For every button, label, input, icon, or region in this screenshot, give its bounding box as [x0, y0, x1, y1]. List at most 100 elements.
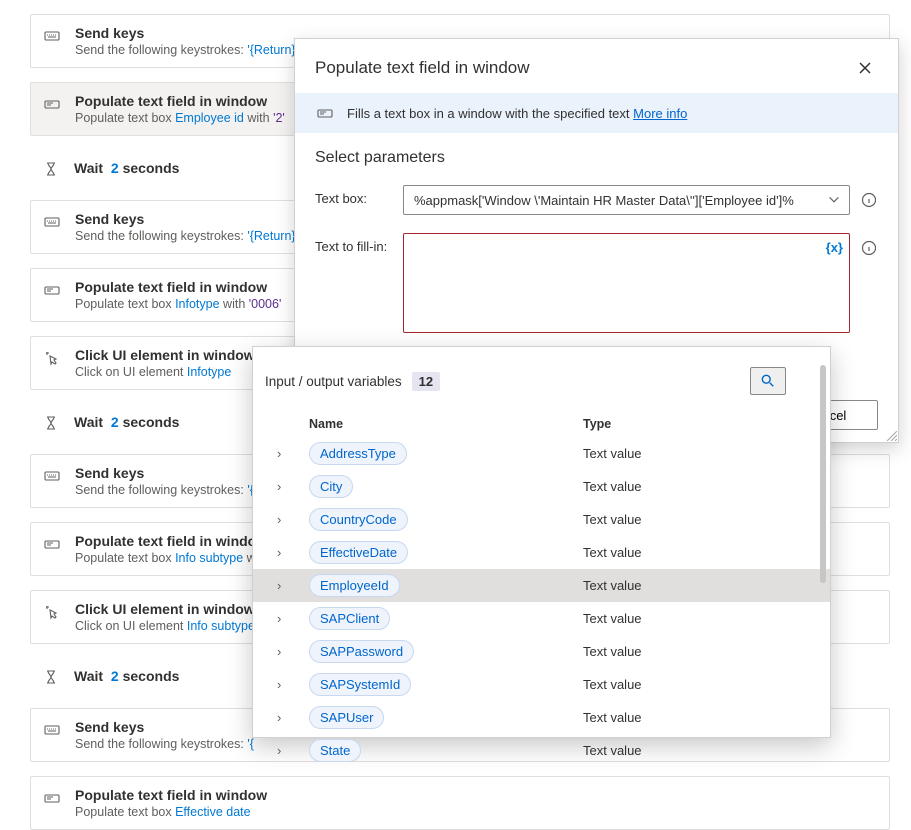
chevron-right-icon[interactable]: ›: [277, 644, 291, 659]
variable-row[interactable]: ›CityText value: [253, 470, 830, 503]
textbox-selector[interactable]: %appmask['Window \'Maintain HR Master Da…: [403, 185, 850, 215]
keyboard-icon: [43, 27, 61, 45]
info-icon: [861, 192, 877, 208]
action-title: Click UI element in window: [75, 601, 255, 617]
variable-type: Text value: [583, 710, 796, 725]
wait-seconds: 2: [111, 160, 119, 176]
variable-type: Text value: [583, 512, 796, 527]
dialog-info-banner: Fills a text box in a window with the sp…: [295, 93, 898, 133]
resize-handle-icon[interactable]: [887, 431, 897, 441]
variable-type: Text value: [583, 644, 796, 659]
action-title: Wait 2 seconds: [74, 668, 179, 684]
variable-row[interactable]: › EmployeeId Text value: [253, 569, 830, 602]
variables-column-headers: Name Type: [253, 413, 830, 437]
textbox-selector-value: %appmask['Window \'Maintain HR Master Da…: [414, 193, 794, 208]
variables-list: ›AddressTypeText value›CityText value›Co…: [253, 437, 830, 767]
wait-seconds: 2: [111, 668, 119, 684]
variable-name-chip: SAPClient: [309, 607, 390, 630]
variable-name-chip: EmployeeId: [309, 574, 400, 597]
variable-row[interactable]: ›SAPSystemIdText value: [253, 668, 830, 701]
action-title: Populate text field in window: [75, 533, 267, 549]
param-info-textbox[interactable]: [860, 191, 878, 209]
textbox-icon: [315, 105, 335, 121]
variable-name-chip: CountryCode: [309, 508, 408, 531]
textbox-icon: [43, 95, 61, 113]
variable-row[interactable]: › SAPUser Text value: [253, 701, 830, 734]
variable-name-chip: AddressType: [309, 442, 407, 465]
action-item[interactable]: Populate text field in window Populate te…: [30, 776, 890, 830]
textbox-icon: [43, 535, 61, 553]
chevron-right-icon[interactable]: ›: [277, 677, 291, 692]
text-to-fill-input[interactable]: {x}: [403, 233, 850, 333]
hourglass-icon: [42, 414, 60, 432]
chevron-down-icon: [827, 193, 841, 207]
variable-type: Text value: [583, 446, 796, 461]
action-subtitle: Populate text box Infotype with '0006': [75, 297, 281, 311]
chevron-right-icon[interactable]: ›: [277, 446, 291, 461]
variables-search-button[interactable]: [750, 367, 786, 395]
variable-row[interactable]: › SAPPassword Text value: [253, 635, 830, 668]
action-subtitle: Populate text box Effective date: [75, 805, 267, 819]
variable-name-chip: SAPSystemId: [309, 673, 411, 696]
param-label-fill: Text to fill-in:: [315, 233, 393, 254]
action-title: Send keys: [75, 719, 254, 735]
action-subtitle: Send the following keystrokes: '{Return}…: [75, 229, 298, 243]
action-subtitle: Send the following keystrokes: '{: [75, 483, 254, 497]
click-icon: [43, 603, 61, 621]
dialog-title: Populate text field in window: [315, 58, 530, 78]
keyboard-icon: [43, 213, 61, 231]
action-title: Populate text field in window: [75, 787, 267, 803]
variable-type: Text value: [583, 578, 796, 593]
variable-row[interactable]: › EffectiveDate Text value: [253, 536, 830, 569]
variables-popover: Input / output variables 12 Name Type ›A…: [252, 346, 831, 738]
wait-unit: seconds: [123, 414, 180, 430]
variable-name-chip: SAPUser: [309, 706, 384, 729]
chevron-right-icon[interactable]: ›: [277, 479, 291, 494]
chevron-right-icon[interactable]: ›: [277, 545, 291, 560]
variable-row[interactable]: › AddressType Text value: [253, 437, 830, 470]
variable-type: Text value: [583, 545, 796, 560]
search-icon: [761, 374, 775, 388]
action-title: Wait 2 seconds: [74, 414, 179, 430]
textbox-icon: [43, 789, 61, 807]
param-label-textbox: Text box:: [315, 185, 393, 206]
action-subtitle: Populate text box Employee id with '2': [75, 111, 285, 125]
variables-count-badge: 12: [412, 372, 440, 391]
hourglass-icon: [42, 160, 60, 178]
param-row-textbox: Text box: %appmask['Window \'Maintain HR…: [315, 185, 878, 215]
scrollbar[interactable]: [820, 365, 826, 583]
hourglass-icon: [42, 668, 60, 686]
action-subtitle: Send the following keystrokes: '{: [75, 737, 254, 751]
action-title: Click UI element in window: [75, 347, 255, 363]
insert-variable-button[interactable]: {x}: [826, 240, 843, 255]
chevron-right-icon[interactable]: ›: [277, 578, 291, 593]
chevron-right-icon[interactable]: ›: [277, 710, 291, 725]
action-title: Wait 2 seconds: [74, 160, 179, 176]
param-row-fill: Text to fill-in: {x}: [315, 233, 878, 333]
variable-row[interactable]: ›StateText value: [253, 734, 830, 767]
dialog-close-button[interactable]: [852, 55, 878, 81]
variable-type: Text value: [583, 479, 796, 494]
chevron-right-icon[interactable]: ›: [277, 611, 291, 626]
banner-text: Fills a text box in a window with the sp…: [347, 106, 633, 121]
action-subtitle: Click on UI element Info subtype: [75, 619, 255, 633]
more-info-link[interactable]: More info: [633, 106, 687, 121]
variable-type: Text value: [583, 611, 796, 626]
action-title: Send keys: [75, 211, 298, 227]
action-title: Send keys: [75, 465, 254, 481]
section-title: Select parameters: [315, 149, 878, 167]
close-icon: [858, 61, 872, 75]
param-info-fill[interactable]: [860, 239, 878, 257]
wait-seconds: 2: [111, 414, 119, 430]
chevron-right-icon[interactable]: ›: [277, 743, 291, 758]
column-name: Name: [309, 417, 583, 431]
action-subtitle: Send the following keystrokes: '{Return}…: [75, 43, 298, 57]
keyboard-icon: [43, 467, 61, 485]
variable-name-chip: EffectiveDate: [309, 541, 408, 564]
click-icon: [43, 349, 61, 367]
variable-row[interactable]: › SAPClient Text value: [253, 602, 830, 635]
wait-unit: seconds: [123, 160, 180, 176]
variable-name-chip: SAPPassword: [309, 640, 414, 663]
chevron-right-icon[interactable]: ›: [277, 512, 291, 527]
variable-row[interactable]: › CountryCode Text value: [253, 503, 830, 536]
